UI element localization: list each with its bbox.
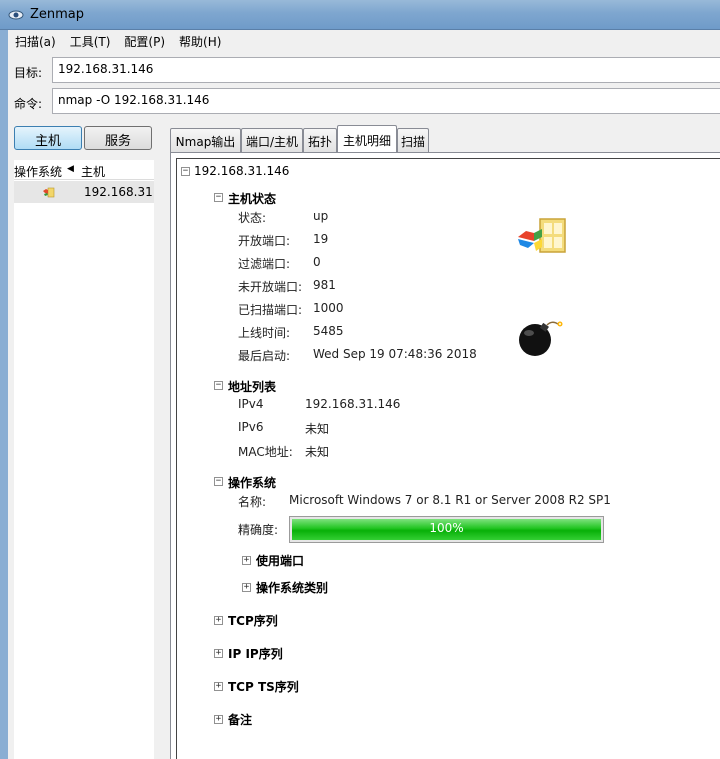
collapse-host-icon[interactable]: − — [181, 167, 190, 176]
collapse-addresses-icon[interactable]: − — [214, 381, 223, 390]
os-title[interactable]: 操作系统 — [228, 474, 276, 491]
bomb-icon — [519, 321, 563, 356]
menu-help[interactable]: 帮助(H) — [172, 30, 228, 52]
open-ports-value: 19 — [313, 232, 329, 246]
hosts-button[interactable]: 主机 — [14, 126, 82, 150]
mac-value: 未知 — [305, 445, 330, 459]
uptime-value: 5485 — [313, 324, 344, 338]
last-boot-value: Wed Sep 19 07:48:36 2018 — [313, 347, 477, 361]
os-name-value: Microsoft Windows 7 or 8.1 R1 or Server … — [289, 493, 611, 507]
tab-ports-hosts[interactable]: 端口/主机 — [241, 128, 303, 152]
host-status-title[interactable]: 主机状态 — [228, 190, 276, 207]
status-value: up — [313, 209, 329, 223]
window-title: Zenmap — [30, 7, 85, 22]
mac-key: MAC地址: — [238, 445, 293, 459]
host-row[interactable]: 192.168.31.146 — [14, 181, 154, 203]
menu-tools[interactable]: 工具(T) — [63, 30, 118, 52]
expand-tcp-ts-sequence-icon[interactable]: + — [214, 682, 223, 691]
scanned-ports-key: 已扫描端口: — [238, 303, 303, 317]
menu-scan[interactable]: 扫描(a) — [8, 30, 63, 52]
expand-ports-used-icon[interactable]: + — [242, 556, 251, 565]
expand-ip-id-sequence-icon[interactable]: + — [214, 649, 223, 658]
expand-tcp-sequence-icon[interactable]: + — [214, 616, 223, 625]
windows-flag-icon — [43, 187, 55, 198]
closed-ports-value: 981 — [313, 278, 336, 292]
closed-ports-key: 未开放端口: — [238, 280, 303, 294]
scanned-ports-value: 1000 — [313, 301, 344, 315]
tcp-ts-sequence-node[interactable]: TCP TS序列 — [228, 678, 299, 695]
open-ports-key: 开放端口: — [238, 234, 291, 248]
command-input[interactable]: nmap -O 192.168.31.146 — [52, 88, 720, 114]
tab-scans[interactable]: 扫描 — [397, 128, 429, 152]
filtered-ports-value: 0 — [313, 255, 321, 269]
window-frame — [0, 30, 8, 759]
ipv4-value: 192.168.31.146 — [305, 397, 401, 411]
host-list: 操作系统 ◀ 主机 192.168.31.146 — [14, 160, 154, 759]
tab-topology[interactable]: 拓扑 — [303, 128, 337, 152]
command-label: 命令: — [14, 97, 43, 111]
services-button[interactable]: 服务 — [84, 126, 152, 150]
comments-node[interactable]: 备注 — [228, 711, 252, 728]
target-label: 目标: — [14, 66, 43, 80]
title-bar: Zenmap — [0, 0, 720, 30]
column-os[interactable]: 操作系统 — [14, 163, 62, 180]
ip-id-sequence-node[interactable]: IP IP序列 — [228, 645, 283, 662]
target-input[interactable]: 192.168.31.146 — [52, 57, 720, 83]
os-classes-node[interactable]: 操作系统类别 — [256, 579, 328, 596]
last-boot-key: 最后启动: — [238, 349, 291, 363]
filtered-ports-key: 过滤端口: — [238, 257, 291, 271]
menu-profile[interactable]: 配置(P) — [117, 30, 172, 52]
column-host[interactable]: 主机 — [81, 163, 105, 180]
addresses-title[interactable]: 地址列表 — [228, 378, 276, 395]
collapse-os-icon[interactable]: − — [214, 477, 223, 486]
ipv6-value: 未知 — [305, 422, 330, 436]
menu-bar: 扫描(a) 工具(T) 配置(P) 帮助(H) — [8, 30, 720, 52]
host-list-header: 操作系统 ◀ 主机 — [14, 160, 154, 180]
tab-host-details[interactable]: 主机明细 — [337, 125, 397, 152]
ports-used-node[interactable]: 使用端口 — [256, 552, 304, 569]
zenmap-eye-icon — [8, 10, 24, 20]
status-key: 状态: — [238, 211, 267, 225]
tab-nmap-output[interactable]: Nmap输出 — [170, 128, 241, 152]
expand-os-classes-icon[interactable]: + — [242, 583, 251, 592]
uptime-key: 上线时间: — [238, 326, 291, 340]
expand-comments-icon[interactable]: + — [214, 715, 223, 724]
ipv4-key: IPv4 — [238, 397, 264, 411]
os-accuracy-text: 100% — [429, 521, 464, 535]
sort-arrow-icon: ◀ — [67, 164, 74, 174]
ipv6-key: IPv6 — [238, 420, 264, 434]
host-node[interactable]: 192.168.31.146 — [194, 164, 289, 178]
os-name-key: 名称: — [238, 495, 267, 509]
os-accuracy-key: 精确度: — [238, 523, 279, 537]
host-address: 192.168.31.146 — [84, 185, 154, 199]
windows-logo-icon — [518, 218, 566, 253]
collapse-status-icon[interactable]: − — [214, 193, 223, 202]
tcp-sequence-node[interactable]: TCP序列 — [228, 612, 278, 629]
